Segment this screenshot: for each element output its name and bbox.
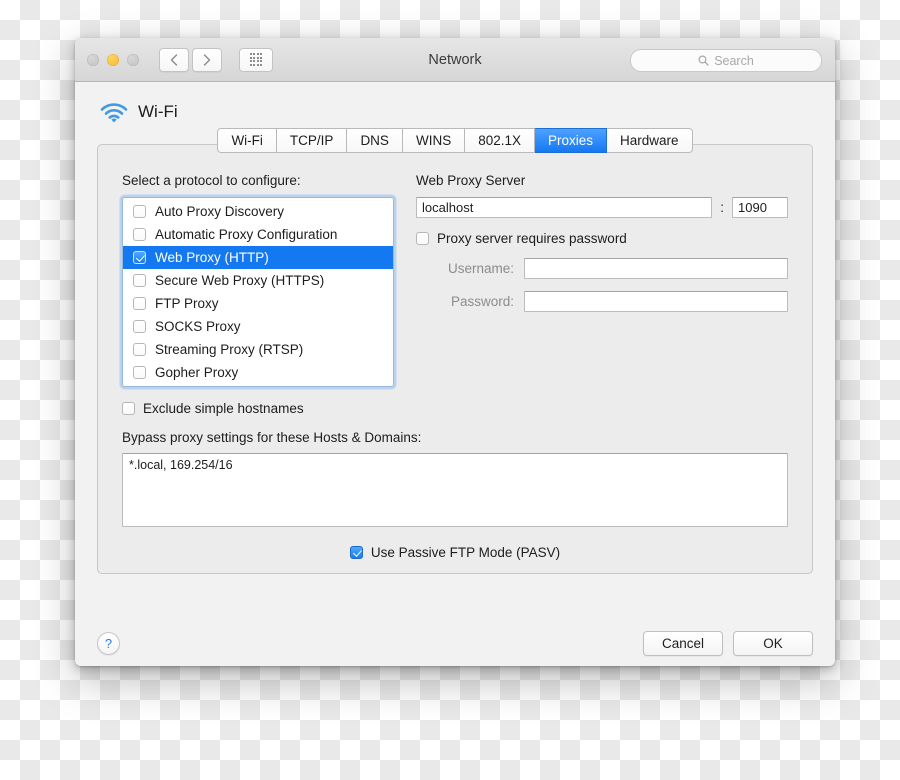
- list-item[interactable]: FTP Proxy: [123, 292, 393, 315]
- protocol-checkbox[interactable]: [133, 297, 146, 310]
- tab-wins[interactable]: WINS: [402, 128, 466, 153]
- pasv-checkbox-row[interactable]: Use Passive FTP Mode (PASV): [349, 545, 561, 560]
- protocol-checkbox[interactable]: [133, 205, 146, 218]
- pasv-label: Use Passive FTP Mode (PASV): [370, 545, 561, 560]
- list-item[interactable]: Automatic Proxy Configuration: [123, 223, 393, 246]
- close-button[interactable]: [87, 53, 99, 66]
- panel-upper: Select a protocol to configure: Auto Pro…: [98, 145, 812, 387]
- tab-bar: Wi-Fi TCP/IP DNS WINS 802.1X Proxies Har…: [97, 128, 813, 153]
- list-item-label: Automatic Proxy Configuration: [155, 227, 338, 242]
- back-button[interactable]: [159, 47, 189, 72]
- protocol-checkbox[interactable]: [133, 228, 146, 241]
- password-input[interactable]: [524, 291, 788, 312]
- host-port-separator: :: [720, 200, 724, 215]
- window-body: Wi-Fi Wi-Fi TCP/IP DNS WINS 802.1X Proxi…: [75, 82, 835, 666]
- help-button[interactable]: ?: [97, 631, 120, 655]
- forward-button[interactable]: [192, 47, 222, 72]
- search-field[interactable]: Search: [630, 49, 822, 72]
- chevron-left-icon: [170, 53, 178, 66]
- password-row: Password:: [416, 291, 788, 312]
- tab-8021x[interactable]: 802.1X: [465, 128, 535, 153]
- list-item-label: Secure Web Proxy (HTTPS): [155, 273, 325, 288]
- list-item-label: Auto Proxy Discovery: [155, 204, 285, 219]
- requires-password-checkbox[interactable]: [416, 232, 429, 245]
- host-port-row: localhost : 1090: [416, 197, 788, 218]
- protocol-checkbox[interactable]: [133, 320, 146, 333]
- list-item[interactable]: Secure Web Proxy (HTTPS): [123, 269, 393, 292]
- bypass-section: Exclude simple hostnames Bypass proxy se…: [98, 401, 812, 560]
- list-item[interactable]: Auto Proxy Discovery: [123, 200, 393, 223]
- list-item-label: Gopher Proxy: [155, 365, 239, 380]
- protocol-column: Select a protocol to configure: Auto Pro…: [122, 173, 394, 387]
- list-item[interactable]: Gopher Proxy: [123, 361, 393, 384]
- exclude-simple-hostnames-label: Exclude simple hostnames: [143, 401, 304, 416]
- pasv-row: Use Passive FTP Mode (PASV): [122, 545, 788, 560]
- username-input[interactable]: [524, 258, 788, 279]
- bypass-textarea[interactable]: *.local, 169.254/16: [122, 453, 788, 527]
- list-item[interactable]: Streaming Proxy (RTSP): [123, 338, 393, 361]
- list-item-label: FTP Proxy: [155, 296, 219, 311]
- window-footer: ? Cancel OK: [75, 620, 835, 666]
- search-placeholder: Search: [714, 53, 754, 68]
- tab-tcpip[interactable]: TCP/IP: [276, 128, 348, 153]
- proxies-panel: Select a protocol to configure: Auto Pro…: [97, 144, 813, 574]
- tab-dns[interactable]: DNS: [347, 128, 403, 153]
- ok-button[interactable]: OK: [733, 630, 813, 656]
- service-name: Wi-Fi: [138, 102, 178, 121]
- tab-hardware[interactable]: Hardware: [607, 128, 693, 153]
- protocol-list[interactable]: Auto Proxy Discovery Automatic Proxy Con…: [122, 197, 394, 387]
- password-label: Password:: [450, 294, 514, 309]
- protocol-checkbox[interactable]: [133, 343, 146, 356]
- network-preferences-window: Network Search Wi-Fi Wi-Fi TCP/IP DNS WI…: [75, 38, 835, 666]
- navigation-buttons: [159, 47, 273, 72]
- search-icon: [698, 55, 709, 66]
- requires-password-label: Proxy server requires password: [437, 231, 627, 246]
- tab-panel-wrapper: Wi-Fi TCP/IP DNS WINS 802.1X Proxies Har…: [97, 128, 813, 620]
- list-item-label: Web Proxy (HTTP): [155, 250, 269, 265]
- window-titlebar: Network Search: [75, 38, 835, 82]
- protocol-list-label: Select a protocol to configure:: [122, 173, 301, 188]
- traffic-lights: [87, 53, 139, 66]
- exclude-simple-hostnames-row[interactable]: Exclude simple hostnames: [122, 401, 788, 416]
- wifi-icon: [100, 102, 128, 122]
- bypass-label: Bypass proxy settings for these Hosts & …: [122, 430, 422, 445]
- username-row: Username:: [416, 258, 788, 279]
- proxy-server-title: Web Proxy Server: [416, 173, 526, 188]
- exclude-simple-hostnames-checkbox[interactable]: [122, 402, 135, 415]
- protocol-checkbox[interactable]: [133, 251, 146, 264]
- username-label: Username:: [447, 261, 514, 276]
- chevron-right-icon: [203, 53, 211, 66]
- list-item[interactable]: SOCKS Proxy: [123, 315, 393, 338]
- zoom-button[interactable]: [127, 53, 139, 66]
- minimize-button[interactable]: [107, 53, 119, 66]
- list-item[interactable]: Web Proxy (HTTP): [123, 246, 393, 269]
- service-header: Wi-Fi: [75, 82, 835, 128]
- grid-dots-icon: [249, 53, 263, 66]
- protocol-checkbox[interactable]: [133, 274, 146, 287]
- show-all-button[interactable]: [239, 47, 273, 72]
- protocol-checkbox[interactable]: [133, 366, 146, 379]
- proxy-server-column: Web Proxy Server localhost : 1090 Proxy …: [416, 173, 788, 387]
- cancel-button[interactable]: Cancel: [643, 630, 723, 656]
- tab-proxies[interactable]: Proxies: [535, 128, 608, 153]
- proxy-port-input[interactable]: 1090: [732, 197, 788, 218]
- requires-password-row[interactable]: Proxy server requires password: [416, 231, 788, 246]
- list-item-label: Streaming Proxy (RTSP): [155, 342, 304, 357]
- tab-wifi[interactable]: Wi-Fi: [217, 128, 277, 153]
- list-item-label: SOCKS Proxy: [155, 319, 241, 334]
- pasv-checkbox[interactable]: [349, 546, 363, 559]
- proxy-host-input[interactable]: localhost: [416, 197, 713, 218]
